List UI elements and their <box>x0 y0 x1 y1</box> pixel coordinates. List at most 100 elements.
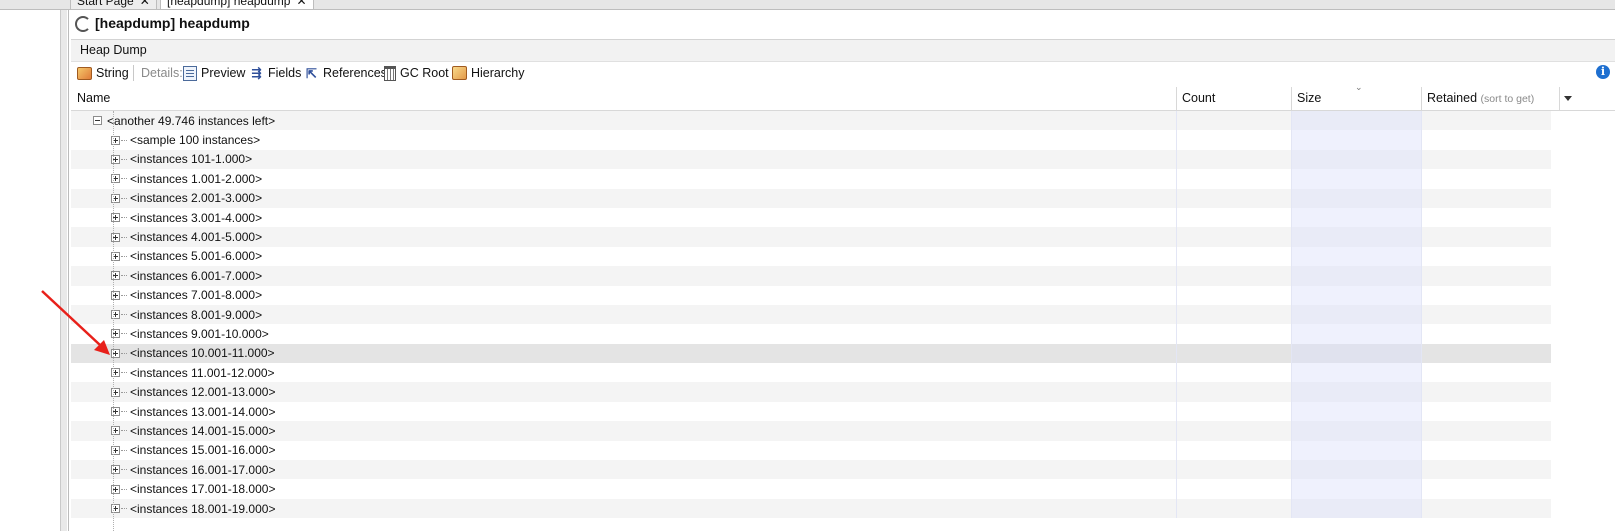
tree-node[interactable]: <instances 15.001-16.000> <box>111 441 275 460</box>
tree-node-label: <instances 17.001-18.000> <box>130 482 276 497</box>
tree-connector <box>121 391 127 393</box>
table-row[interactable]: <instances 17.001-18.000> <box>71 479 1551 499</box>
table-row[interactable]: <instances 13.001-14.000> <box>71 401 1551 422</box>
tree-connector <box>121 275 127 277</box>
table-row[interactable]: <instances 11.001-12.000> <box>71 363 1551 383</box>
references-button[interactable]: ⇱ References <box>304 64 387 82</box>
toolbar-separator <box>133 65 134 81</box>
tree-node[interactable]: <sample 100 instances> <box>111 130 260 149</box>
tree-connector <box>121 488 127 490</box>
tree-connector <box>121 508 127 509</box>
tree-node[interactable]: <instances 3.001-4.000> <box>111 208 262 227</box>
tree-node[interactable]: <instances 6.001-7.000> <box>111 266 262 285</box>
section-title: Heap Dump <box>80 43 147 57</box>
tab-label: [heapdump] heapdump <box>167 0 291 8</box>
tree-node[interactable]: <instances 8.001-9.000> <box>111 305 262 324</box>
tree-node-label: <instances 4.001-5.000> <box>130 230 263 245</box>
table-row[interactable]: <instances 12.001-13.000> <box>71 382 1551 402</box>
gc-root-button-label: GC Root <box>400 66 449 80</box>
references-icon: ⇱ <box>306 65 317 81</box>
close-icon[interactable]: ✕ <box>296 0 306 8</box>
sort-descending-icon: ⌄ <box>1355 82 1363 92</box>
tree-node[interactable]: <instances 101-1.000> <box>111 150 252 169</box>
tree-node[interactable]: <instances 7.001-8.000> <box>111 286 262 305</box>
tree-node-label: <instances 15.001-16.000> <box>130 443 276 458</box>
tree-node[interactable]: <another 49.746 instances left> <box>93 111 275 130</box>
panel-splitter[interactable] <box>61 0 67 531</box>
table-row[interactable]: <instances 4.001-5.000> <box>71 227 1551 247</box>
tree-node-label: <instances 12.001-13.000> <box>130 385 276 400</box>
table-row[interactable]: <instances 2.001-3.000> <box>71 188 1551 208</box>
tree-node-label: <instances 101-1.000> <box>130 152 253 167</box>
table-row[interactable]: <instances 8.001-9.000> <box>71 304 1551 325</box>
toolbar: String Details: Preview ⇶ Fields ⇱ Refer… <box>71 62 1615 84</box>
tree-node[interactable]: <instances 17.001-18.000> <box>111 479 275 498</box>
tree-node[interactable]: <instances 10.001-11.000> <box>111 344 275 363</box>
table-row[interactable]: <instances 15.001-16.000> <box>71 440 1551 461</box>
tree-node-label: <instances 1.001-2.000> <box>130 171 263 186</box>
tree-node-label: <instances 10.001-11.000> <box>130 346 275 361</box>
tree-node[interactable]: <instances 11.001-12.000> <box>111 363 275 382</box>
tree-connector <box>121 217 127 219</box>
preview-button-label: Preview <box>201 66 246 80</box>
fields-button[interactable]: ⇶ Fields <box>249 64 301 82</box>
table-row[interactable]: <instances 5.001-6.000> <box>71 246 1551 267</box>
tree-connector <box>121 352 127 354</box>
tree-node[interactable]: <instances 13.001-14.000> <box>111 402 275 421</box>
tree-node[interactable]: <instances 16.001-17.000> <box>111 460 275 479</box>
tree-connector <box>121 372 127 374</box>
close-icon[interactable]: ✕ <box>140 0 150 8</box>
table-row[interactable]: <instances 1.001-2.000> <box>71 169 1551 189</box>
instances-tree-table: <another 49.746 instances left> <sample … <box>71 111 1551 531</box>
tab-start-page[interactable]: Start Page ✕ <box>70 0 157 9</box>
tree-node-label: <sample 100 instances> <box>130 133 261 148</box>
tree-node[interactable]: <instances 9.001-10.000> <box>111 324 269 343</box>
string-button-label: String <box>96 66 129 80</box>
tree-connector <box>121 158 127 160</box>
info-icon[interactable]: i <box>1596 65 1610 79</box>
tree-node[interactable]: <instances 18.001-19.000> <box>111 499 275 518</box>
string-button[interactable]: String <box>77 64 129 82</box>
table-row-selected[interactable]: <instances 10.001-11.000> <box>71 343 1551 364</box>
column-header-retained[interactable]: Retained (sort to get) <box>1421 87 1559 110</box>
table-row[interactable]: <instances 6.001-7.000> <box>71 266 1551 286</box>
tree-connector <box>121 430 127 432</box>
tree-node-label: <instances 7.001-8.000> <box>130 288 263 303</box>
tree-node-label: <another 49.746 instances left> <box>107 113 276 128</box>
table-row[interactable]: <instances 16.001-17.000> <box>71 460 1551 480</box>
tree-guide-line <box>113 111 114 531</box>
tree-node-label: <instances 9.001-10.000> <box>130 326 269 341</box>
column-menu-dropdown[interactable] <box>1559 87 1577 110</box>
tree-node[interactable]: <instances 12.001-13.000> <box>111 382 275 401</box>
tree-connector <box>121 139 127 141</box>
tree-node[interactable]: <instances 5.001-6.000> <box>111 247 262 266</box>
gc-root-button[interactable]: GC Root <box>384 64 449 82</box>
table-row[interactable]: <instances 3.001-4.000> <box>71 207 1551 228</box>
tree-node[interactable]: <instances 2.001-3.000> <box>111 189 262 208</box>
tree-node[interactable]: <instances 1.001-2.000> <box>111 169 262 188</box>
tree-node[interactable]: <instances 4.001-5.000> <box>111 227 262 246</box>
hierarchy-button[interactable]: Hierarchy <box>452 64 525 82</box>
table-row[interactable]: <instances 18.001-19.000> <box>71 498 1551 519</box>
table-row[interactable]: <another 49.746 instances left> <box>71 111 1551 131</box>
collapse-icon[interactable] <box>93 116 102 126</box>
tab-heapdump[interactable]: [heapdump] heapdump ✕ <box>160 0 314 9</box>
table-row[interactable]: <instances 101-1.000> <box>71 149 1551 170</box>
hierarchy-icon <box>452 66 467 80</box>
table-row[interactable]: <instances 7.001-8.000> <box>71 285 1551 305</box>
tree-connector <box>121 197 127 199</box>
window-titlebar: [heapdump] heapdump <box>69 10 1615 37</box>
column-header-name[interactable]: Name <box>71 87 1176 110</box>
table-row[interactable]: <instances 14.001-15.000> <box>71 421 1551 441</box>
tree-connector <box>121 314 127 316</box>
hierarchy-button-label: Hierarchy <box>471 66 525 80</box>
string-class-icon <box>77 66 92 80</box>
heapdump-window: [heapdump] heapdump Heap Dump String Det… <box>68 10 1615 531</box>
column-header-count[interactable]: Count <box>1176 87 1291 110</box>
tree-node[interactable]: <instances 14.001-15.000> <box>111 421 275 440</box>
tree-connector <box>121 469 127 471</box>
retained-hint: (sort to get) <box>1480 93 1535 105</box>
preview-button[interactable]: Preview <box>183 64 245 82</box>
table-row[interactable]: <instances 9.001-10.000> <box>71 324 1551 344</box>
table-row[interactable]: <sample 100 instances> <box>71 130 1551 150</box>
